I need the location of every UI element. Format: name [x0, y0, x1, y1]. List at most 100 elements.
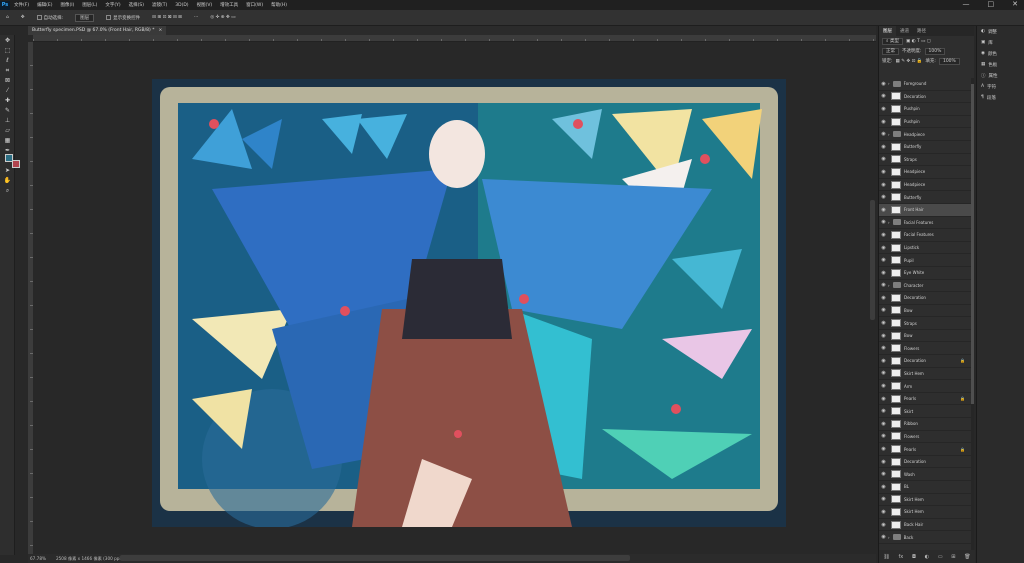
visibility-eye-icon[interactable]: ◉	[879, 358, 888, 364]
layer-row[interactable]: ◉ Lipstick	[879, 242, 971, 255]
stamp-tool-icon[interactable]: ⊥	[3, 116, 12, 125]
visibility-eye-icon[interactable]: ◉	[879, 182, 888, 188]
layer-row[interactable]: ◉ Back Hair	[879, 519, 971, 532]
menu-view[interactable]: 视图(V)	[197, 2, 213, 8]
menu-select[interactable]: 选择(S)	[129, 2, 144, 8]
visibility-eye-icon[interactable]: ◉	[879, 333, 888, 339]
horizontal-scrollbar[interactable]	[120, 555, 630, 561]
visibility-eye-icon[interactable]: ◉	[879, 383, 888, 389]
visibility-eye-icon[interactable]: ◉	[879, 232, 888, 238]
menu-3d[interactable]: 3D(D)	[175, 3, 188, 8]
chevron-right-icon[interactable]: ›	[888, 220, 890, 225]
marquee-tool-icon[interactable]: ⬚	[3, 46, 12, 55]
visibility-eye-icon[interactable]: ◉	[879, 93, 888, 99]
layer-row[interactable]: ◉ Decoration	[879, 91, 971, 104]
adjustment-icon[interactable]: ◐	[925, 554, 929, 560]
visibility-eye-icon[interactable]: ◉	[879, 106, 888, 112]
menu-file[interactable]: 文件(F)	[14, 2, 29, 8]
layer-row[interactable]: ◉ › Back	[879, 531, 971, 544]
eraser-tool-icon[interactable]: ▱	[3, 126, 12, 135]
side-panel-swatches[interactable]: ▦ 色板	[977, 59, 1024, 70]
visibility-eye-icon[interactable]: ◉	[879, 295, 888, 301]
more-options-icon[interactable]: ···	[194, 15, 198, 20]
menu-layer[interactable]: 图层(L)	[82, 2, 97, 8]
layer-row[interactable]: ◉ Pearls 🔒	[879, 443, 971, 456]
layer-filter-dropdown[interactable]: ⌕ 类型	[882, 37, 903, 45]
move-tool-icon[interactable]: ✥	[21, 15, 25, 20]
visibility-eye-icon[interactable]: ◉	[879, 307, 888, 313]
filter-icons[interactable]: ▣ ◐ T ▭ ◻	[906, 39, 931, 44]
layer-row[interactable]: ◉ Bow	[879, 305, 971, 318]
visibility-eye-icon[interactable]: ◉	[879, 320, 888, 326]
visibility-eye-icon[interactable]: ◉	[879, 484, 888, 490]
layer-row[interactable]: ◉ › Headpiece	[879, 128, 971, 141]
menu-plugins[interactable]: 增效工具	[220, 2, 238, 8]
visibility-eye-icon[interactable]: ◉	[879, 144, 888, 150]
visibility-eye-icon[interactable]: ◉	[879, 194, 888, 200]
brush-tool-icon[interactable]: ✎	[3, 106, 12, 115]
layer-row[interactable]: ◉ Skirt Hem	[879, 506, 971, 519]
trash-icon[interactable]: 🗑	[964, 554, 970, 560]
visibility-eye-icon[interactable]: ◉	[879, 396, 888, 402]
link-icon[interactable]: ⛓	[883, 554, 889, 560]
visibility-eye-icon[interactable]: ◉	[879, 534, 888, 540]
close-icon[interactable]: ✕	[1012, 0, 1018, 8]
layer-row[interactable]: ◉ Skirt	[879, 405, 971, 419]
menu-image[interactable]: 图像(I)	[60, 2, 74, 8]
menu-window[interactable]: 窗口(W)	[246, 2, 263, 8]
hand-tool-icon[interactable]: ✋	[3, 176, 12, 185]
visibility-eye-icon[interactable]: ◉	[879, 370, 888, 376]
layer-row[interactable]: ◉ Butterfly	[879, 191, 971, 204]
visibility-eye-icon[interactable]: ◉	[879, 421, 888, 427]
layer-row[interactable]: ◉ Bow	[879, 330, 971, 343]
layer-row[interactable]: ◉ Decoration 🔒	[879, 355, 971, 368]
visibility-eye-icon[interactable]: ◉	[879, 522, 888, 528]
layer-row[interactable]: ◉ Arm	[879, 380, 971, 393]
visibility-eye-icon[interactable]: ◉	[879, 471, 888, 477]
visibility-eye-icon[interactable]: ◉	[879, 270, 888, 276]
home-icon[interactable]: ⌂	[6, 15, 9, 20]
visibility-eye-icon[interactable]: ◉	[879, 131, 888, 137]
layer-row[interactable]: ◉ Pupil	[879, 254, 971, 267]
background-color-swatch[interactable]	[12, 160, 20, 168]
transform-controls-checkbox[interactable]: 显示变换控件	[106, 15, 140, 21]
visibility-eye-icon[interactable]: ◉	[879, 119, 888, 125]
visibility-eye-icon[interactable]: ◉	[879, 459, 888, 465]
visibility-eye-icon[interactable]: ◉	[879, 245, 888, 251]
healing-tool-icon[interactable]: ✚	[3, 96, 12, 105]
layer-row[interactable]: ◉ Pearls 🔒	[879, 393, 971, 406]
chevron-right-icon[interactable]: ›	[888, 132, 890, 137]
crop-tool-icon[interactable]: ⌗	[3, 66, 12, 75]
visibility-eye-icon[interactable]: ◉	[879, 257, 888, 263]
minimize-icon[interactable]: —	[963, 0, 970, 8]
lock-icons[interactable]: ▦ ✎ ✥ ⊡ 🔒	[896, 59, 923, 64]
layer-row[interactable]: ◉ Headpiece	[879, 166, 971, 179]
lasso-tool-icon[interactable]: ℓ	[3, 56, 12, 65]
side-panel-libraries[interactable]: ▣ 库	[977, 37, 1024, 48]
layer-row[interactable]: ◉ › Character	[879, 280, 971, 293]
eyedropper-tool-icon[interactable]: ⁄	[3, 86, 12, 95]
frame-tool-icon[interactable]: ⊠	[3, 76, 12, 85]
chevron-right-icon[interactable]: ›	[888, 81, 890, 86]
menu-edit[interactable]: 编辑(E)	[37, 2, 52, 8]
3d-mode-icons[interactable]: ◎ ✣ ⊕ ✥ ▭	[210, 15, 235, 20]
visibility-eye-icon[interactable]: ◉	[879, 219, 888, 225]
menu-type[interactable]: 文字(Y)	[105, 2, 120, 8]
artwork-canvas[interactable]	[152, 79, 786, 527]
zoom-level[interactable]: 67.78%	[30, 556, 46, 561]
chevron-right-icon[interactable]: ›	[888, 535, 890, 540]
layer-row[interactable]: ◉ Front Hair	[879, 203, 971, 217]
layer-row[interactable]: ◉ Straps	[879, 317, 971, 330]
layer-row[interactable]: ◉ Pushpin	[879, 103, 971, 116]
layer-row[interactable]: ◉ Skirt Hem	[879, 494, 971, 507]
fx-icon[interactable]: fx	[898, 554, 903, 560]
visibility-eye-icon[interactable]: ◉	[879, 446, 888, 452]
layer-row[interactable]: ◉ Eye White	[879, 267, 971, 280]
layer-row[interactable]: ◉ Flowers	[879, 431, 971, 444]
tab-layers[interactable]: 图层	[879, 26, 896, 36]
layer-row[interactable]: ◉ Butterfly	[879, 141, 971, 154]
layer-row[interactable]: ◉ Headpiece	[879, 179, 971, 192]
auto-select-checkbox[interactable]: 自动选择:	[36, 15, 63, 21]
visibility-eye-icon[interactable]: ◉	[879, 345, 888, 351]
visibility-eye-icon[interactable]: ◉	[879, 433, 888, 439]
